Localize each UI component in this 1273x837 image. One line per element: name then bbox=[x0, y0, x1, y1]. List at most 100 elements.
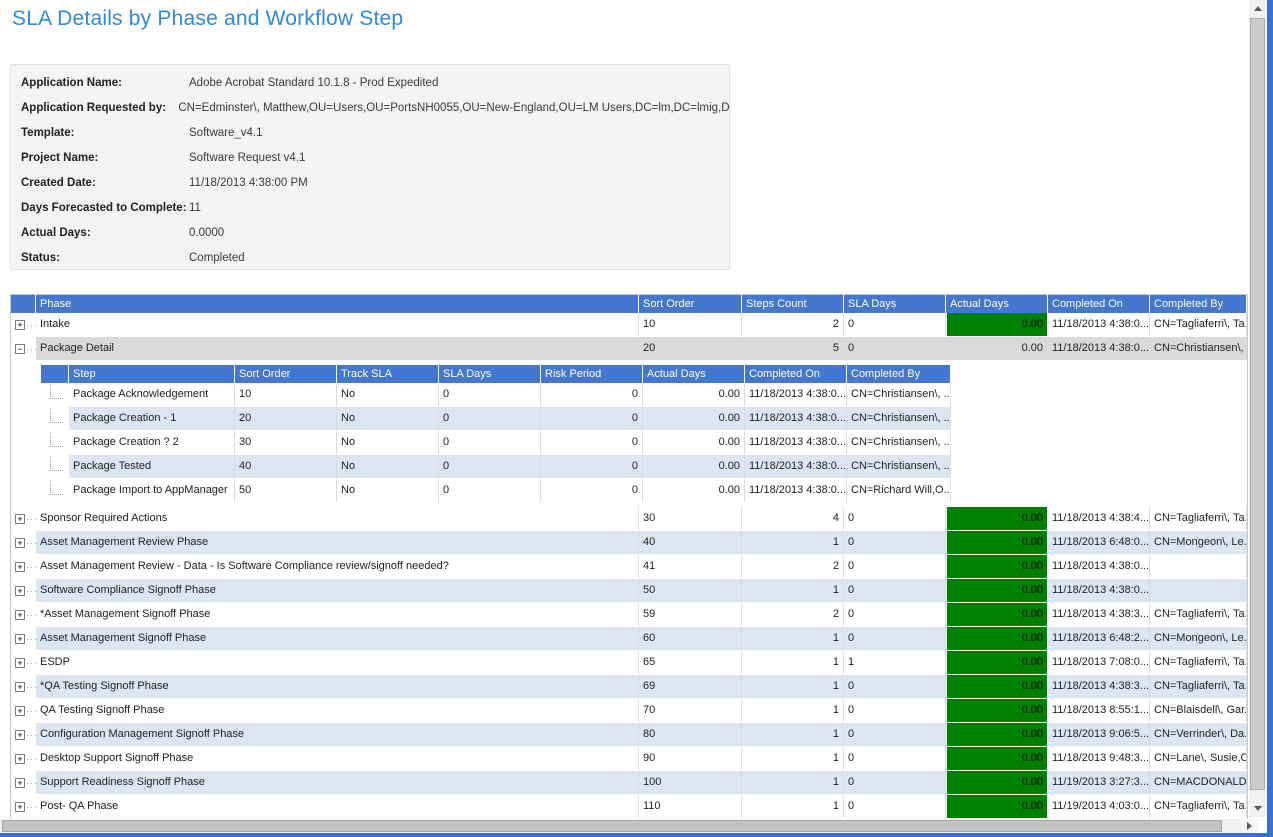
expand-icon[interactable]: + bbox=[15, 586, 25, 596]
tree-icon-cell: +···· bbox=[11, 747, 36, 770]
tree-icon-cell: +···· bbox=[11, 603, 36, 626]
cell-completed-on: 11/19/2013 4:03:0... bbox=[1048, 795, 1150, 818]
cell-sort-order: 80 bbox=[639, 723, 742, 746]
expand-icon[interactable]: + bbox=[15, 610, 25, 620]
cell-completed-by: CN=MACDONALD... bbox=[1150, 771, 1247, 794]
cell-actual-days: 0.00 bbox=[946, 675, 1048, 698]
cell-steps-count: 5 bbox=[742, 337, 844, 360]
cell-actual-days: 0.00 bbox=[643, 479, 745, 502]
cell-completed-by: CN=Tagliaferri\, Ta... bbox=[1150, 675, 1247, 698]
cell-completed-on: 11/18/2013 4:38:0... bbox=[1048, 337, 1150, 360]
cell-steps-count: 1 bbox=[742, 795, 844, 818]
expand-icon[interactable]: + bbox=[15, 320, 25, 330]
phase-row[interactable]: +····Post- QA Phase110100.0011/19/2013 4… bbox=[11, 795, 1247, 819]
scroll-right-button[interactable] bbox=[1241, 819, 1257, 833]
cell-completed-by: CN=Christiansen\, ... bbox=[847, 383, 951, 406]
phase-row[interactable]: +····Asset Management Signoff Phase60100… bbox=[11, 627, 1247, 651]
expand-icon[interactable]: + bbox=[15, 658, 25, 668]
cell-sla-days: 1 bbox=[844, 651, 946, 674]
expand-icon[interactable]: + bbox=[15, 706, 25, 716]
tree-icon-cell: +···· bbox=[11, 723, 36, 746]
cell-completed-on: 11/18/2013 4:38:0... bbox=[1048, 313, 1150, 336]
cell-sla-days: 0 bbox=[844, 795, 946, 818]
cell-steps-count: 1 bbox=[742, 723, 844, 746]
tree-icon-cell: +···· bbox=[11, 555, 36, 578]
step-row[interactable]: Package Import to AppManager50No000.0011… bbox=[41, 479, 951, 503]
cell-completed-by: CN=Tagliaferri\, Ta... bbox=[1150, 795, 1247, 818]
arrow-right-icon bbox=[1247, 822, 1252, 830]
cell-name: Asset Management Review - Data - Is Soft… bbox=[36, 555, 639, 578]
phase-row[interactable]: +····Desktop Support Signoff Phase90100.… bbox=[11, 747, 1247, 771]
step-grid: StepSort OrderTrack SLASLA DaysRisk Peri… bbox=[41, 365, 951, 503]
phase-row[interactable]: +····Configuration Management Signoff Ph… bbox=[11, 723, 1247, 747]
cell-completed-by: CN=Mongeon\, Le... bbox=[1150, 627, 1247, 650]
cell-completed-on: 11/18/2013 4:38:0... bbox=[745, 383, 847, 406]
step-row[interactable]: Package Creation ? 230No000.0011/18/2013… bbox=[41, 431, 951, 455]
collapse-icon[interactable]: − bbox=[15, 344, 25, 354]
phase-row[interactable]: +····Sponsor Required Actions30400.0011/… bbox=[11, 507, 1247, 531]
phase-row[interactable]: +····Asset Management Review Phase40100.… bbox=[11, 531, 1247, 555]
tree-icon-cell bbox=[41, 383, 69, 406]
phase-row[interactable]: +····Support Readiness Signoff Phase1001… bbox=[11, 771, 1247, 795]
tree-icon-cell: +···· bbox=[11, 771, 36, 794]
phase-row[interactable]: +····Software Compliance Signoff Phase50… bbox=[11, 579, 1247, 603]
expand-icon[interactable]: + bbox=[15, 754, 25, 764]
cell-completed-on: 11/18/2013 6:48:0... bbox=[1048, 531, 1150, 554]
expand-icon[interactable]: + bbox=[15, 562, 25, 572]
header-cell-completed-by: Completed By bbox=[847, 365, 951, 383]
vertical-scrollbar[interactable] bbox=[1249, 0, 1266, 817]
cell-steps-count: 1 bbox=[742, 771, 844, 794]
arrow-up-icon bbox=[1254, 6, 1262, 11]
expand-icon[interactable]: + bbox=[15, 514, 25, 524]
cell-name: QA Testing Signoff Phase bbox=[36, 699, 639, 722]
expand-icon[interactable]: + bbox=[15, 538, 25, 548]
scroll-down-button[interactable] bbox=[1249, 800, 1266, 817]
cell-completed-on: 11/18/2013 4:38:0... bbox=[745, 407, 847, 430]
info-label: Application Name: bbox=[21, 77, 189, 89]
cell-track-sla: No bbox=[337, 479, 439, 502]
expand-icon[interactable]: + bbox=[15, 682, 25, 692]
grid-header-row: StepSort OrderTrack SLASLA DaysRisk Peri… bbox=[41, 365, 951, 383]
cell-sort-order: 10 bbox=[639, 313, 742, 336]
phase-row[interactable]: +····*Asset Management Signoff Phase5920… bbox=[11, 603, 1247, 627]
phase-row[interactable]: +····Intake10200.0011/18/2013 4:38:0...C… bbox=[11, 313, 1247, 337]
phase-row[interactable]: −····Package Detail20500.0011/18/2013 4:… bbox=[11, 337, 1247, 361]
expand-icon[interactable]: + bbox=[15, 802, 25, 812]
step-row[interactable]: Package Creation - 120No000.0011/18/2013… bbox=[41, 407, 951, 431]
cell-completed-by: CN=Lane\, Susie,O... bbox=[1150, 747, 1247, 770]
cell-completed-on: 11/18/2013 4:38:0... bbox=[1048, 555, 1150, 578]
cell-name: Asset Management Signoff Phase bbox=[36, 627, 639, 650]
header-cell-risk-period: Risk Period bbox=[541, 365, 643, 383]
phase-row[interactable]: +····*QA Testing Signoff Phase69100.0011… bbox=[11, 675, 1247, 699]
cell-steps-count: 1 bbox=[742, 627, 844, 650]
tree-icon-cell: +···· bbox=[11, 313, 36, 336]
cell-name: Post- QA Phase bbox=[36, 795, 639, 818]
cell-completed-on: 11/18/2013 9:06:5... bbox=[1048, 723, 1150, 746]
info-value: Completed bbox=[189, 252, 245, 264]
expand-icon[interactable]: + bbox=[15, 730, 25, 740]
info-label: Actual Days: bbox=[21, 227, 189, 239]
phase-row[interactable]: +····QA Testing Signoff Phase70100.0011/… bbox=[11, 699, 1247, 723]
info-value: Software_v4.1 bbox=[189, 127, 263, 139]
horizontal-scrollbar[interactable] bbox=[0, 819, 1258, 833]
cell-actual-days: 0.00 bbox=[946, 531, 1048, 554]
step-row[interactable]: Package Acknowledgement10No000.0011/18/2… bbox=[41, 383, 951, 407]
expand-icon[interactable]: + bbox=[15, 634, 25, 644]
cell-name: Sponsor Required Actions bbox=[36, 507, 639, 530]
tree-icon-cell: −···· bbox=[11, 337, 36, 360]
phase-row[interactable]: +····Asset Management Review - Data - Is… bbox=[11, 555, 1247, 579]
cell-actual-days: 0.00 bbox=[946, 651, 1048, 674]
cell-actual-days: 0.00 bbox=[946, 337, 1048, 360]
vertical-scroll-thumb[interactable] bbox=[1250, 18, 1265, 790]
scroll-up-button[interactable] bbox=[1249, 0, 1266, 17]
tree-branch-icon bbox=[50, 408, 63, 423]
tree-dots-icon: ···· bbox=[26, 802, 36, 812]
phase-row[interactable]: +····ESDP65110.0011/18/2013 7:08:0...CN=… bbox=[11, 651, 1247, 675]
cell-sort-order: 90 bbox=[639, 747, 742, 770]
expand-icon[interactable]: + bbox=[15, 778, 25, 788]
step-row[interactable]: Package Tested40No000.0011/18/2013 4:38:… bbox=[41, 455, 951, 479]
header-cell-actual-days: Actual Days bbox=[946, 295, 1048, 313]
cell-sort-order: 110 bbox=[639, 795, 742, 818]
tree-icon-cell: +···· bbox=[11, 795, 36, 818]
horizontal-scroll-thumb[interactable] bbox=[2, 820, 1222, 832]
